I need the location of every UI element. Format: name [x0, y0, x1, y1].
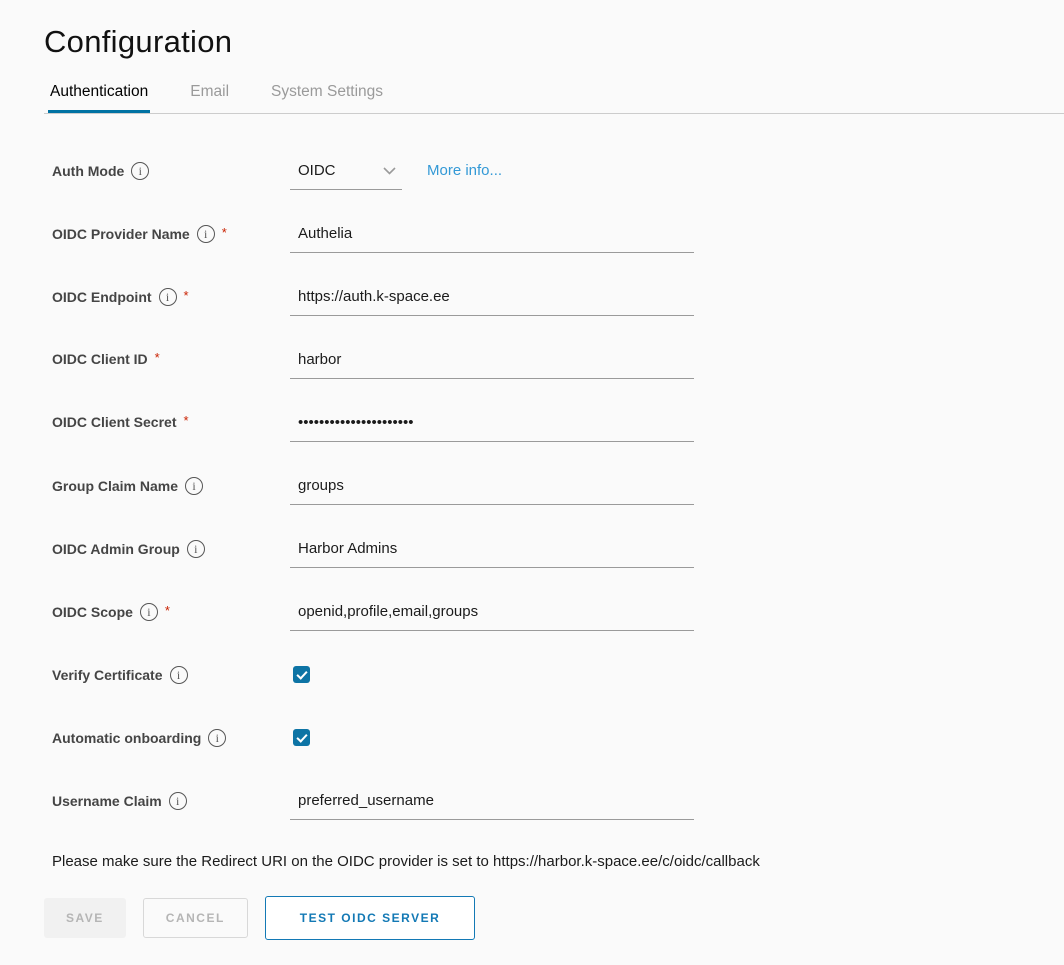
oidc-scope-input[interactable] [290, 601, 694, 631]
page-title: Configuration [44, 24, 1064, 60]
auth-config-form: Auth Mode i OIDC More info... OIDC Provi… [52, 160, 1064, 826]
form-row-oidc-client-secret: OIDC Client Secret * [52, 412, 1064, 448]
field-label-text: OIDC Admin Group [52, 541, 180, 557]
required-asterisk: * [222, 225, 227, 240]
form-row-oidc-provider-name: OIDC Provider Name i * [52, 223, 1064, 259]
oidc-provider-name-label: OIDC Provider Name i * [52, 223, 290, 243]
auth-mode-label: Auth Mode i [52, 160, 290, 180]
form-row-oidc-admin-group: OIDC Admin Group i [52, 538, 1064, 574]
tab-bar: Authentication Email System Settings [44, 78, 1064, 114]
verify-certificate-label: Verify Certificate i [52, 664, 290, 684]
automatic-onboarding-label: Automatic onboarding i [52, 727, 290, 747]
action-bar: SAVE CANCEL TEST OIDC SERVER [44, 896, 1064, 940]
required-asterisk: * [165, 603, 170, 618]
required-asterisk: * [184, 288, 189, 303]
oidc-endpoint-label: OIDC Endpoint i * [52, 286, 290, 306]
oidc-admin-group-label: OIDC Admin Group i [52, 538, 290, 558]
field-label-text: Automatic onboarding [52, 730, 201, 746]
info-icon[interactable]: i [131, 162, 149, 180]
verify-certificate-checkbox[interactable] [293, 666, 310, 683]
info-icon[interactable]: i [169, 792, 187, 810]
info-icon[interactable]: i [185, 477, 203, 495]
tab-system-settings[interactable]: System Settings [269, 78, 385, 113]
required-asterisk: * [183, 413, 188, 428]
tab-authentication[interactable]: Authentication [48, 78, 150, 113]
info-icon[interactable]: i [208, 729, 226, 747]
oidc-endpoint-input[interactable] [290, 286, 694, 316]
auth-mode-selected-value: OIDC [298, 162, 336, 179]
oidc-client-id-label: OIDC Client ID * [52, 349, 290, 367]
info-icon[interactable]: i [197, 225, 215, 243]
form-row-group-claim-name: Group Claim Name i [52, 475, 1064, 511]
redirect-uri-note: Please make sure the Redirect URI on the… [52, 853, 1064, 870]
more-info-link[interactable]: More info... [427, 160, 502, 179]
form-row-automatic-onboarding: Automatic onboarding i [52, 727, 1064, 763]
save-button[interactable]: SAVE [44, 898, 126, 938]
auth-mode-select[interactable]: OIDC [290, 160, 402, 190]
oidc-scope-label: OIDC Scope i * [52, 601, 290, 621]
form-row-username-claim: Username Claim i [52, 790, 1064, 826]
configuration-page: Configuration Authentication Email Syste… [0, 0, 1064, 940]
oidc-admin-group-input[interactable] [290, 538, 694, 568]
group-claim-name-label: Group Claim Name i [52, 475, 290, 495]
info-icon[interactable]: i [187, 540, 205, 558]
info-icon[interactable]: i [140, 603, 158, 621]
test-oidc-server-button[interactable]: TEST OIDC SERVER [265, 896, 475, 940]
field-label-text: Username Claim [52, 793, 162, 809]
form-row-oidc-client-id: OIDC Client ID * [52, 349, 1064, 385]
oidc-client-id-input[interactable] [290, 349, 694, 379]
field-label-text: OIDC Scope [52, 604, 133, 620]
oidc-client-secret-input[interactable] [290, 412, 694, 442]
chevron-down-icon [383, 167, 396, 175]
cancel-button[interactable]: CANCEL [143, 898, 248, 938]
field-label-text: OIDC Client ID [52, 351, 148, 367]
field-label-text: Group Claim Name [52, 478, 178, 494]
form-row-oidc-scope: OIDC Scope i * [52, 601, 1064, 637]
required-asterisk: * [155, 350, 160, 365]
oidc-client-secret-label: OIDC Client Secret * [52, 412, 290, 430]
username-claim-input[interactable] [290, 790, 694, 820]
info-icon[interactable]: i [159, 288, 177, 306]
field-label-text: OIDC Client Secret [52, 414, 176, 430]
username-claim-label: Username Claim i [52, 790, 290, 810]
field-label-text: OIDC Endpoint [52, 289, 152, 305]
auth-mode-control: OIDC More info... [290, 160, 502, 190]
form-row-verify-certificate: Verify Certificate i [52, 664, 1064, 700]
field-label-text: Verify Certificate [52, 667, 163, 683]
group-claim-name-input[interactable] [290, 475, 694, 505]
field-label-text: OIDC Provider Name [52, 226, 190, 242]
automatic-onboarding-checkbox[interactable] [293, 729, 310, 746]
form-row-auth-mode: Auth Mode i OIDC More info... [52, 160, 1064, 196]
tab-email[interactable]: Email [188, 78, 231, 113]
form-row-oidc-endpoint: OIDC Endpoint i * [52, 286, 1064, 322]
auth-mode-label-text: Auth Mode [52, 163, 124, 179]
info-icon[interactable]: i [170, 666, 188, 684]
oidc-provider-name-input[interactable] [290, 223, 694, 253]
